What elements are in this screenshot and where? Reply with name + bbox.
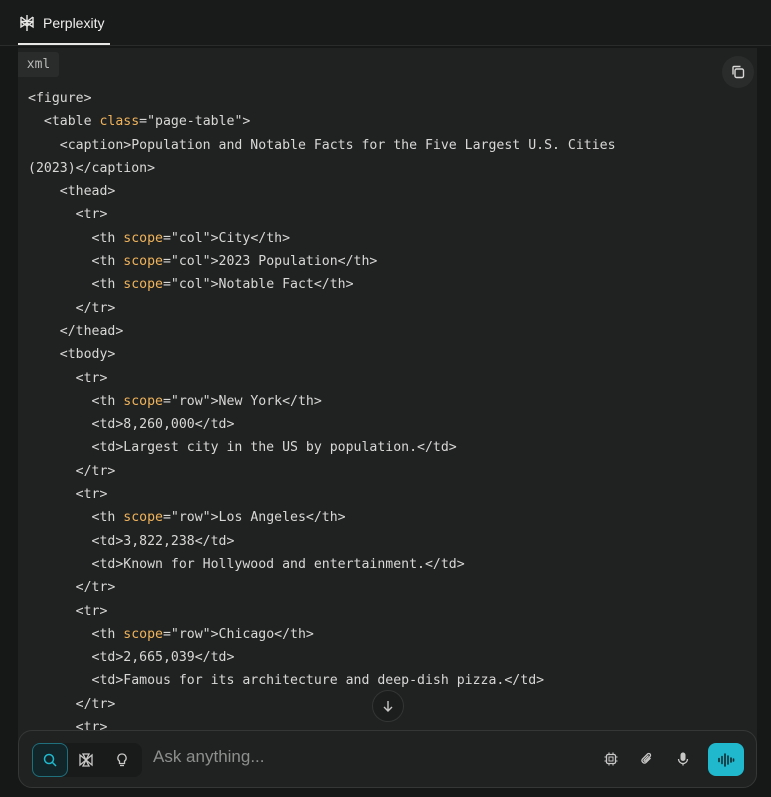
code-line: <th scope="row">New York</th> [28,394,322,409]
code-attribute: scope [123,626,163,642]
code-line: <th scope="col">2023 Population</th> [28,254,378,270]
tab-active-indicator [18,43,110,45]
code-text: ="page-table"> [139,114,251,130]
dictation-button[interactable] [671,747,695,771]
code-text: </thead> [28,323,124,339]
lightbulb-icon [117,753,127,767]
code-text: <th [28,254,124,270]
search-icon [43,753,57,767]
code-text: </tr> [28,696,116,712]
code-text: <td>Largest city in the US by population… [28,440,457,456]
code-text: </tr> [28,300,116,316]
code-text: <td>8,260,000</td> [28,417,235,433]
code-language-label: xml [18,52,59,77]
chip-icon [604,752,618,766]
code-text: <tr> [28,370,108,386]
code-line: <th scope="col">Notable Fact</th> [28,277,354,292]
microphone-icon [677,752,689,766]
code-text: <tr> [28,207,108,223]
arrow-down-icon [383,701,393,712]
code-text: (2023)</caption> [28,160,156,176]
code-attribute: scope [123,254,163,270]
code-line: <td>Known for Hollywood and entertainmen… [28,557,465,572]
voice-waveform-icon [718,752,735,767]
code-text: <tr> [28,603,108,619]
code-text: <th [28,626,124,642]
code-attribute: scope [123,230,163,246]
code-text: ="row">Los Angeles</th> [162,510,346,526]
research-mode-button[interactable] [68,743,104,777]
code-content: <figure> <table class="page-table"> <cap… [28,87,616,739]
code-line: <table class="page-table"> [28,114,250,129]
code-line: <tr> [28,370,108,386]
code-line: <figure> [28,91,92,106]
attach-button[interactable] [635,747,659,771]
code-text: ="row">New York</th> [162,393,322,409]
top-bar: Perplexity [0,0,771,46]
code-text: <figure> [28,91,92,106]
code-text: <thead> [28,184,116,200]
code-text: <table [28,114,100,130]
code-attribute: class [99,114,140,130]
code-line: </tr> [28,580,116,596]
code-line: <th scope="row">Chicago</th> [28,627,314,642]
code-text: ="col">Notable Fact</th> [162,277,354,293]
code-line: <td>Largest city in the US by population… [28,440,457,455]
research-icon [79,753,93,767]
code-text: <caption>Population and Notable Facts fo… [28,137,616,153]
scroll-to-bottom-button[interactable] [372,690,404,722]
ask-input-bar: Ask anything... [18,730,757,788]
code-line: <tr> [28,487,108,503]
copy-icon [732,65,745,79]
code-text: <tbody> [28,347,116,363]
code-text: <td>Famous for its architecture and deep… [28,673,545,689]
code-line: <tr> [28,603,108,619]
code-text: <th [28,510,124,526]
code-line: <td>3,822,238</td> [28,533,235,549]
code-line: <th scope="col">City</th> [28,230,291,246]
code-text: </tr> [28,463,116,479]
mode-selector [32,743,142,777]
perplexity-logo-icon [20,14,34,31]
code-line: <caption>Population and Notable Facts fo… [28,138,616,153]
code-attribute: scope [123,277,163,293]
code-line: <td>Famous for its architecture and deep… [28,673,545,689]
code-line: (2023)</caption> [28,161,155,176]
code-text: <th [28,230,124,246]
code-text: ="col">2023 Population</th> [162,254,378,270]
copy-button[interactable] [722,56,754,88]
code-block: xml <figure> <table class="page-table"> … [18,48,757,768]
code-line: </tr> [28,696,116,712]
paperclip-icon [641,752,652,764]
code-line: </thead> [28,323,124,339]
code-text: ="col">City</th> [162,230,291,246]
tab-title: Perplexity [43,14,105,31]
code-text: <td>3,822,238</td> [28,533,235,549]
code-text: <tr> [28,487,108,503]
code-line: <th scope="row">Los Angeles</th> [28,510,346,525]
code-line: <tr> [28,207,108,223]
code-attribute: scope [123,393,163,409]
model-button[interactable] [599,747,623,771]
code-attribute: scope [123,510,163,526]
code-line: <thead> [28,184,116,200]
code-text: </tr> [28,580,116,596]
code-text: <td>2,665,039</td> [28,650,235,666]
code-text: <th [28,393,124,409]
code-text: ="row">Chicago</th> [162,626,314,642]
code-line: </tr> [28,463,116,479]
search-mode-button[interactable] [32,743,68,777]
ask-input[interactable]: Ask anything... [153,747,453,767]
tab-perplexity[interactable]: Perplexity [18,0,104,45]
code-line: <td>8,260,000</td> [28,417,235,433]
voice-mode-button[interactable] [708,743,744,776]
code-line: </tr> [28,300,116,316]
code-line: <tbody> [28,347,116,363]
labs-mode-button[interactable] [104,743,140,777]
code-line: <td>2,665,039</td> [28,650,235,666]
code-text: <th [28,277,124,293]
code-text: <td>Known for Hollywood and entertainmen… [28,556,465,572]
